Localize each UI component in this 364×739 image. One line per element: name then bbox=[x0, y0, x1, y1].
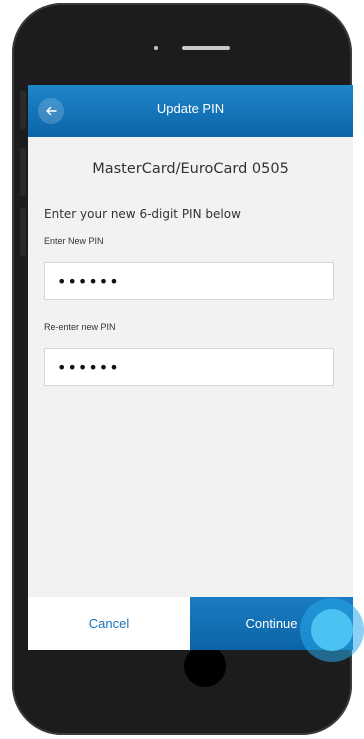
earpiece-speaker bbox=[182, 46, 230, 50]
app-header: Update PIN bbox=[28, 85, 353, 137]
reenter-pin-input[interactable] bbox=[44, 348, 334, 386]
mute-switch bbox=[20, 91, 26, 129]
pin-instruction: Enter your new 6-digit PIN below bbox=[44, 207, 241, 221]
touch-indicator-core bbox=[311, 609, 353, 651]
reenter-pin-label: Re-enter new PIN bbox=[44, 322, 116, 332]
volume-down-button bbox=[20, 208, 26, 256]
front-camera bbox=[154, 46, 158, 50]
touch-indicator bbox=[300, 598, 364, 662]
home-button[interactable] bbox=[184, 645, 226, 687]
page-title: Update PIN bbox=[156, 101, 225, 116]
volume-up-button bbox=[20, 148, 26, 196]
app-screen: Update PIN MasterCard/EuroCard 0505 Ente… bbox=[28, 85, 353, 650]
cancel-button[interactable]: Cancel bbox=[28, 597, 190, 650]
new-pin-label: Enter New PIN bbox=[44, 236, 104, 246]
card-name: MasterCard/EuroCard 0505 bbox=[92, 161, 289, 177]
new-pin-input[interactable] bbox=[44, 262, 334, 300]
